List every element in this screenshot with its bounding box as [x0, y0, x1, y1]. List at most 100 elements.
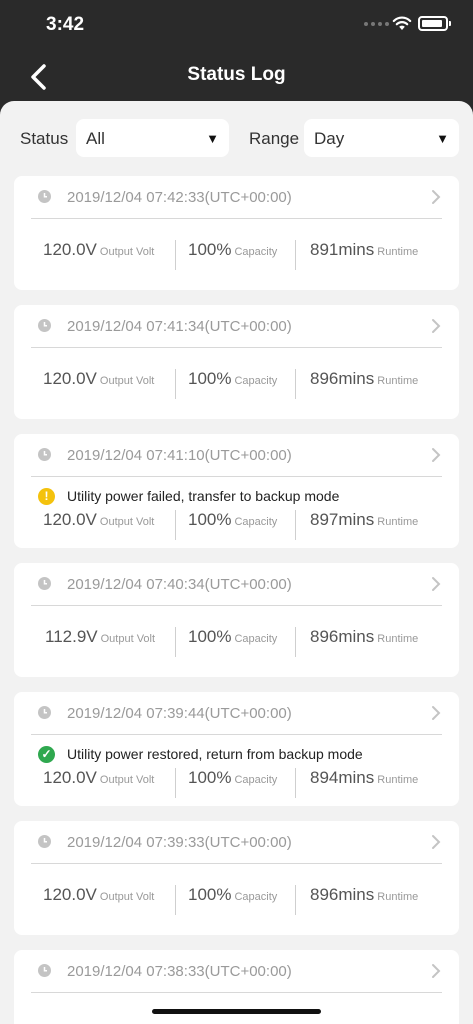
capacity-label: Capacity — [234, 774, 278, 786]
capacity-label: Capacity — [234, 891, 278, 903]
runtime-value: 897mins — [310, 510, 375, 529]
log-card[interactable]: 2019/12/04 07:39:44(UTC+00:00) ✓ Utility… — [14, 692, 459, 806]
output-volt-label: Output Volt — [99, 246, 155, 258]
chevron-right-icon — [432, 577, 441, 591]
log-metrics: 120.0V Output Volt 100% Capacity 896mins Ru… — [14, 369, 459, 399]
warning-icon: ! — [38, 488, 55, 505]
chevron-right-icon — [432, 835, 441, 849]
runtime-metric: 897mins Runtime — [310, 510, 418, 540]
status-filter-label: Status — [20, 129, 69, 148]
runtime-metric: 891mins Runtime — [310, 240, 418, 270]
runtime-label: Runtime — [377, 633, 419, 645]
log-card[interactable]: 2019/12/04 07:39:33(UTC+00:00) 120.0V Out… — [14, 821, 459, 935]
log-card[interactable]: 2019/12/04 07:40:34(UTC+00:00) 112.9V Out… — [14, 563, 459, 677]
metric-divider — [295, 369, 296, 399]
log-card[interactable]: 2019/12/04 07:42:33(UTC+00:00) 120.0V Out… — [14, 176, 459, 290]
log-timestamp: 2019/12/04 07:40:34(UTC+00:00) — [67, 576, 292, 593]
log-card-header: 2019/12/04 07:39:44(UTC+00:00) — [31, 692, 442, 735]
caret-down-icon: ▼ — [206, 131, 219, 146]
log-metrics: 120.0V Output Volt 100% Capacity 896mins Ru… — [14, 885, 459, 915]
capacity-metric: 100% Capacity — [188, 885, 277, 915]
runtime-label: Runtime — [377, 774, 419, 786]
chevron-right-icon — [432, 706, 441, 720]
output-volt-metric: 120.0V Output Volt — [43, 510, 154, 540]
log-card-header: 2019/12/04 07:41:34(UTC+00:00) — [31, 305, 442, 348]
output-volt-metric: 120.0V Output Volt — [43, 768, 154, 798]
log-metrics: 120.0V Output Volt 100% Capacity 891mins Ru… — [14, 240, 459, 270]
range-filter-select[interactable]: Day ▼ — [304, 119, 459, 157]
status-time: 3:42 — [46, 14, 85, 35]
clock-icon — [38, 319, 51, 332]
caret-down-icon: ▼ — [436, 131, 449, 146]
output-volt-label: Output Volt — [100, 633, 156, 645]
status-bar: 3:42 — [0, 0, 473, 50]
metric-divider — [295, 510, 296, 540]
clock-icon — [38, 190, 51, 203]
capacity-metric: 100% Capacity — [188, 768, 277, 798]
chevron-right-icon — [432, 964, 441, 978]
home-indicator[interactable] — [152, 1009, 321, 1014]
capacity-label: Capacity — [234, 246, 278, 258]
output-volt-label: Output Volt — [99, 375, 155, 387]
capacity-metric: 100% Capacity — [188, 240, 277, 270]
output-volt-value: 120.0V — [43, 240, 97, 259]
log-timestamp: 2019/12/04 07:41:34(UTC+00:00) — [67, 318, 292, 335]
log-metrics: 120.0V Output Volt 100% Capacity 894mins Ru… — [14, 768, 459, 798]
output-volt-value: 120.0V — [43, 885, 97, 904]
output-volt-value: 120.0V — [43, 369, 97, 388]
metric-divider — [295, 768, 296, 798]
page-title: Status Log — [187, 64, 286, 85]
clock-icon — [38, 835, 51, 848]
runtime-label: Runtime — [377, 891, 419, 903]
clock-icon — [38, 448, 51, 461]
status-log-content: Status All ▼ Range Day ▼ 2019/12/04 07:4… — [0, 101, 473, 1024]
metric-divider — [295, 240, 296, 270]
log-card[interactable]: 2019/12/04 07:41:10(UTC+00:00) ! Utility… — [14, 434, 459, 548]
runtime-value: 896mins — [310, 885, 375, 904]
runtime-label: Runtime — [377, 516, 419, 528]
metric-divider — [175, 369, 176, 399]
signal-icon — [364, 22, 389, 26]
log-card-header: 2019/12/04 07:41:10(UTC+00:00) — [31, 434, 442, 477]
metric-divider — [175, 510, 176, 540]
log-card-header: 2019/12/04 07:40:34(UTC+00:00) — [31, 563, 442, 606]
capacity-value: 100% — [188, 885, 232, 904]
capacity-value: 100% — [188, 627, 232, 646]
log-metrics: 120.0V Output Volt 100% Capacity 897mins Ru… — [14, 510, 459, 540]
metric-divider — [295, 627, 296, 657]
chevron-right-icon — [432, 448, 441, 462]
capacity-value: 100% — [188, 768, 232, 787]
log-card[interactable]: 2019/12/04 07:41:34(UTC+00:00) 120.0V Out… — [14, 305, 459, 419]
wifi-icon — [392, 16, 412, 30]
runtime-metric: 896mins Runtime — [310, 627, 418, 657]
status-filter-value: All — [86, 129, 105, 148]
capacity-label: Capacity — [234, 516, 278, 528]
status-filter-select[interactable]: All ▼ — [76, 119, 229, 157]
capacity-value: 100% — [188, 369, 232, 388]
capacity-metric: 100% Capacity — [188, 510, 277, 540]
runtime-value: 896mins — [310, 369, 375, 388]
chevron-right-icon — [432, 319, 441, 333]
filter-bar: Status All ▼ Range Day ▼ — [0, 117, 473, 159]
metric-divider — [175, 768, 176, 798]
log-card-header: 2019/12/04 07:39:33(UTC+00:00) — [31, 821, 442, 864]
runtime-metric: 896mins Runtime — [310, 369, 418, 399]
log-timestamp: 2019/12/04 07:41:10(UTC+00:00) — [67, 447, 292, 464]
output-volt-label: Output Volt — [99, 516, 155, 528]
clock-icon — [38, 577, 51, 590]
runtime-value: 891mins — [310, 240, 375, 259]
log-timestamp: 2019/12/04 07:42:33(UTC+00:00) — [67, 189, 292, 206]
output-volt-value: 120.0V — [43, 768, 97, 787]
log-event-text: Utility power failed, transfer to backup… — [67, 488, 340, 504]
output-volt-metric: 120.0V Output Volt — [43, 240, 154, 270]
runtime-label: Runtime — [377, 375, 419, 387]
clock-icon — [38, 706, 51, 719]
range-filter-value: Day — [314, 129, 345, 148]
runtime-value: 894mins — [310, 768, 375, 787]
runtime-metric: 896mins Runtime — [310, 885, 418, 915]
log-card-header: 2019/12/04 07:38:33(UTC+00:00) — [31, 950, 442, 993]
log-card-header: 2019/12/04 07:42:33(UTC+00:00) — [31, 176, 442, 219]
output-volt-metric: 112.9V Output Volt — [45, 627, 155, 657]
output-volt-value: 120.0V — [43, 510, 97, 529]
nav-bar: Status Log — [0, 50, 473, 102]
